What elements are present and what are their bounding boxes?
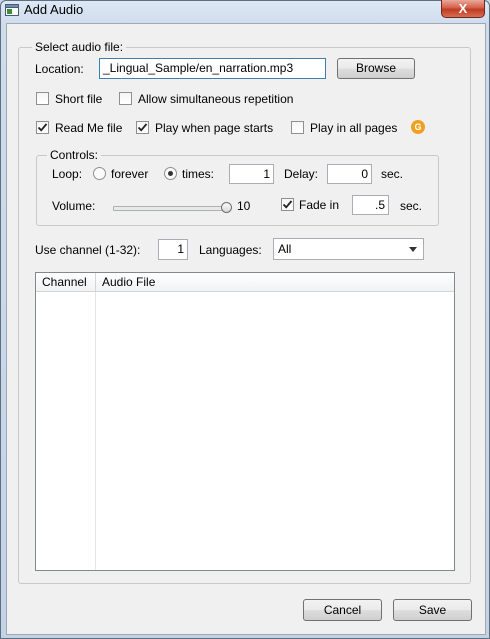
controls-legend: Controls: xyxy=(47,148,102,162)
languages-selected: All xyxy=(278,242,292,256)
delay-input[interactable]: 0 xyxy=(327,164,372,184)
read-me-file-label: Read Me file xyxy=(55,121,123,135)
volume-label: Volume: xyxy=(52,199,96,213)
window-title: Add Audio xyxy=(24,2,84,17)
header-divider xyxy=(95,273,96,292)
fade-in-input[interactable]: .5 xyxy=(352,195,389,215)
volume-value: 10 xyxy=(237,199,251,213)
volume-slider-track[interactable] xyxy=(113,206,230,211)
times-radio[interactable] xyxy=(164,167,177,180)
chevron-down-icon xyxy=(409,247,417,252)
column-divider xyxy=(95,292,96,570)
fade-in-checkbox[interactable] xyxy=(281,198,294,211)
column-header-audio-file[interactable]: Audio File xyxy=(96,273,454,292)
fade-in-label: Fade in xyxy=(299,198,340,212)
play-in-all-pages-label: Play in all pages xyxy=(310,121,398,135)
play-when-page-starts-checkbox[interactable] xyxy=(136,121,149,134)
fade-unit-label: sec. xyxy=(400,199,423,213)
forever-radio[interactable] xyxy=(93,167,106,180)
info-badge-icon[interactable]: G xyxy=(411,120,425,134)
save-button[interactable]: Save xyxy=(393,599,472,621)
title-bar[interactable]: Add Audio X xyxy=(0,0,490,22)
column-header-channel[interactable]: Channel xyxy=(36,273,96,292)
volume-slider-thumb[interactable] xyxy=(221,202,232,213)
select-audio-legend: Select audio file: xyxy=(32,40,127,54)
close-icon: X xyxy=(458,1,468,16)
short-file-label: Short file xyxy=(55,92,103,106)
play-when-page-starts-label: Play when page starts xyxy=(155,121,274,135)
browse-button[interactable]: Browse xyxy=(337,58,415,79)
short-file-checkbox[interactable] xyxy=(36,92,49,105)
allow-repetition-label: Allow simultaneous repetition xyxy=(138,92,294,106)
allow-repetition-checkbox[interactable] xyxy=(119,92,132,105)
delay-unit-label: sec. xyxy=(381,167,404,181)
languages-dropdown[interactable]: All xyxy=(273,238,424,260)
languages-label: Languages: xyxy=(199,243,262,257)
audio-channel-table[interactable]: Channel Audio File xyxy=(35,272,455,571)
loop-label: Loop: xyxy=(52,167,83,181)
forever-label: forever xyxy=(111,167,149,181)
app-icon xyxy=(5,3,19,17)
close-button[interactable]: X xyxy=(441,0,485,18)
cancel-button[interactable]: Cancel xyxy=(303,599,382,621)
checkmark-icon xyxy=(282,200,293,209)
delay-label: Delay: xyxy=(284,167,319,181)
times-input[interactable]: 1 xyxy=(229,164,274,184)
play-in-all-pages-checkbox[interactable] xyxy=(291,121,304,134)
read-me-file-checkbox[interactable] xyxy=(36,121,49,134)
use-channel-label: Use channel (1-32): xyxy=(35,243,141,257)
location-label: Location: xyxy=(35,62,84,76)
checkmark-icon xyxy=(37,123,48,132)
times-label: times: xyxy=(182,167,215,181)
location-input[interactable]: _Lingual_Sample/en_narration.mp3 xyxy=(99,58,326,79)
channel-input[interactable]: 1 xyxy=(158,239,188,260)
checkmark-icon xyxy=(137,123,148,132)
